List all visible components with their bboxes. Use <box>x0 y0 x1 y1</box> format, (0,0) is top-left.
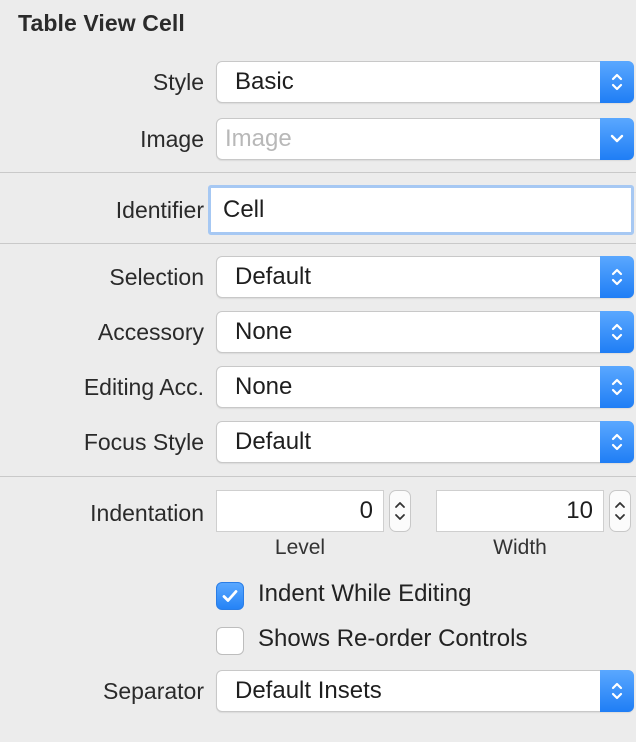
chevron-down-icon[interactable] <box>600 118 634 160</box>
style-row: Style Basic <box>0 59 636 105</box>
stepper-icon[interactable] <box>609 490 631 532</box>
identifier-field[interactable] <box>208 185 634 235</box>
level-caption: Level <box>274 536 326 559</box>
divider <box>0 476 636 477</box>
section-title: Table View Cell <box>18 10 185 36</box>
separator-label: Separator <box>102 678 204 704</box>
focus-style-label: Focus Style <box>83 429 204 455</box>
width-caption: Width <box>493 536 547 559</box>
selection-row: Selection Default <box>0 254 636 300</box>
focus-style-popup[interactable]: Default <box>216 421 634 463</box>
inspector-panel: Table View Cell Style Basic Image Image … <box>0 0 636 742</box>
accessory-row: Accessory None <box>0 309 636 355</box>
divider <box>0 172 636 173</box>
indentation-label: Indentation <box>90 500 204 526</box>
indentation-width-field[interactable]: 10 <box>436 490 604 532</box>
checkmark-icon <box>222 590 238 602</box>
accessory-label: Accessory <box>97 319 204 345</box>
identifier-row: Identifier <box>0 183 636 239</box>
identifier-input[interactable] <box>223 188 613 232</box>
divider <box>0 243 636 244</box>
shows-reorder-label[interactable]: Shows Re-order Controls <box>258 625 527 653</box>
editing-accessory-value: None <box>235 373 293 400</box>
indentation-width-value: 10 <box>566 497 593 524</box>
style-value: Basic <box>235 68 294 95</box>
selection-label: Selection <box>109 264 204 290</box>
focus-style-value: Default <box>235 428 312 455</box>
stepper-icon[interactable] <box>389 490 411 532</box>
selection-value: Default <box>235 263 312 290</box>
style-label: Style <box>152 69 204 95</box>
indentation-level-value: 0 <box>359 497 373 524</box>
image-combobox[interactable]: Image <box>216 118 634 160</box>
shows-reorder-checkbox[interactable] <box>216 627 244 655</box>
focus-style-row: Focus Style Default <box>0 419 636 465</box>
up-down-chevron-icon <box>600 311 634 353</box>
up-down-chevron-icon <box>600 256 634 298</box>
accessory-popup[interactable]: None <box>216 311 634 353</box>
editing-accessory-label: Editing Acc. <box>83 374 204 400</box>
up-down-chevron-icon <box>600 670 634 712</box>
separator-popup[interactable]: Default Insets <box>216 670 634 712</box>
image-row: Image Image <box>0 116 636 162</box>
editing-accessory-popup[interactable]: None <box>216 366 634 408</box>
separator-value: Default Insets <box>235 677 382 704</box>
up-down-chevron-icon <box>600 421 634 463</box>
separator-row: Separator Default Insets <box>0 668 636 714</box>
style-popup[interactable]: Basic <box>216 61 634 103</box>
indentation-level-field[interactable]: 0 <box>216 490 384 532</box>
identifier-label: Identifier <box>115 197 204 223</box>
image-label: Image <box>140 126 204 152</box>
image-placeholder: Image <box>225 125 292 152</box>
indent-while-editing-label[interactable]: Indent While Editing <box>258 580 471 608</box>
selection-popup[interactable]: Default <box>216 256 634 298</box>
editing-accessory-row: Editing Acc. None <box>0 364 636 410</box>
up-down-chevron-icon <box>600 366 634 408</box>
accessory-value: None <box>235 318 293 345</box>
indentation-row: Indentation 0 10 <box>0 490 636 532</box>
indent-while-editing-checkbox[interactable] <box>216 582 244 610</box>
up-down-chevron-icon <box>600 61 634 103</box>
